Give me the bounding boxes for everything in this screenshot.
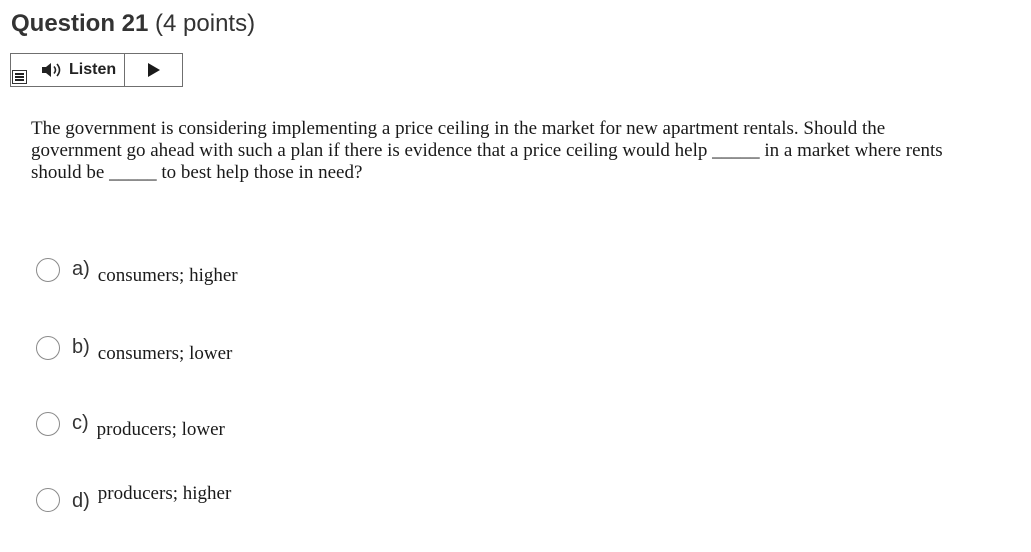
play-icon bbox=[147, 63, 160, 77]
answer-option-d[interactable]: d) producers; higher bbox=[36, 483, 232, 515]
option-text: consumers; higher bbox=[97, 265, 238, 286]
menu-icon bbox=[12, 70, 27, 84]
question-header: Question 21 (4 points) bbox=[11, 9, 255, 39]
question-stem: The government is considering implementi… bbox=[31, 118, 943, 183]
play-button[interactable] bbox=[125, 54, 182, 86]
option-letter: c) bbox=[72, 412, 89, 434]
radio-button[interactable] bbox=[36, 258, 60, 282]
radio-button[interactable] bbox=[36, 488, 60, 512]
speaker-icon bbox=[42, 63, 61, 77]
option-letter: d) bbox=[72, 490, 90, 512]
option-text: consumers; lower bbox=[97, 343, 233, 364]
listen-button[interactable]: Listen bbox=[31, 54, 126, 86]
menu-button[interactable] bbox=[11, 54, 31, 86]
question-points: (4 points) bbox=[155, 10, 256, 37]
option-text: producers; higher bbox=[97, 483, 232, 504]
answer-option-a[interactable]: a) consumers; higher bbox=[36, 255, 238, 287]
question-title: Question 21 bbox=[11, 10, 149, 37]
radio-button[interactable] bbox=[36, 336, 60, 360]
option-letter: b) bbox=[72, 336, 90, 358]
answer-option-b[interactable]: b) consumers; lower bbox=[36, 333, 232, 365]
radio-button[interactable] bbox=[36, 412, 60, 436]
option-text: producers; lower bbox=[96, 419, 225, 440]
listen-label: Listen bbox=[69, 61, 117, 78]
option-letter: a) bbox=[72, 258, 90, 280]
answer-option-c[interactable]: c) producers; lower bbox=[36, 409, 225, 441]
read-aloud-toolbar: Listen bbox=[10, 53, 183, 87]
